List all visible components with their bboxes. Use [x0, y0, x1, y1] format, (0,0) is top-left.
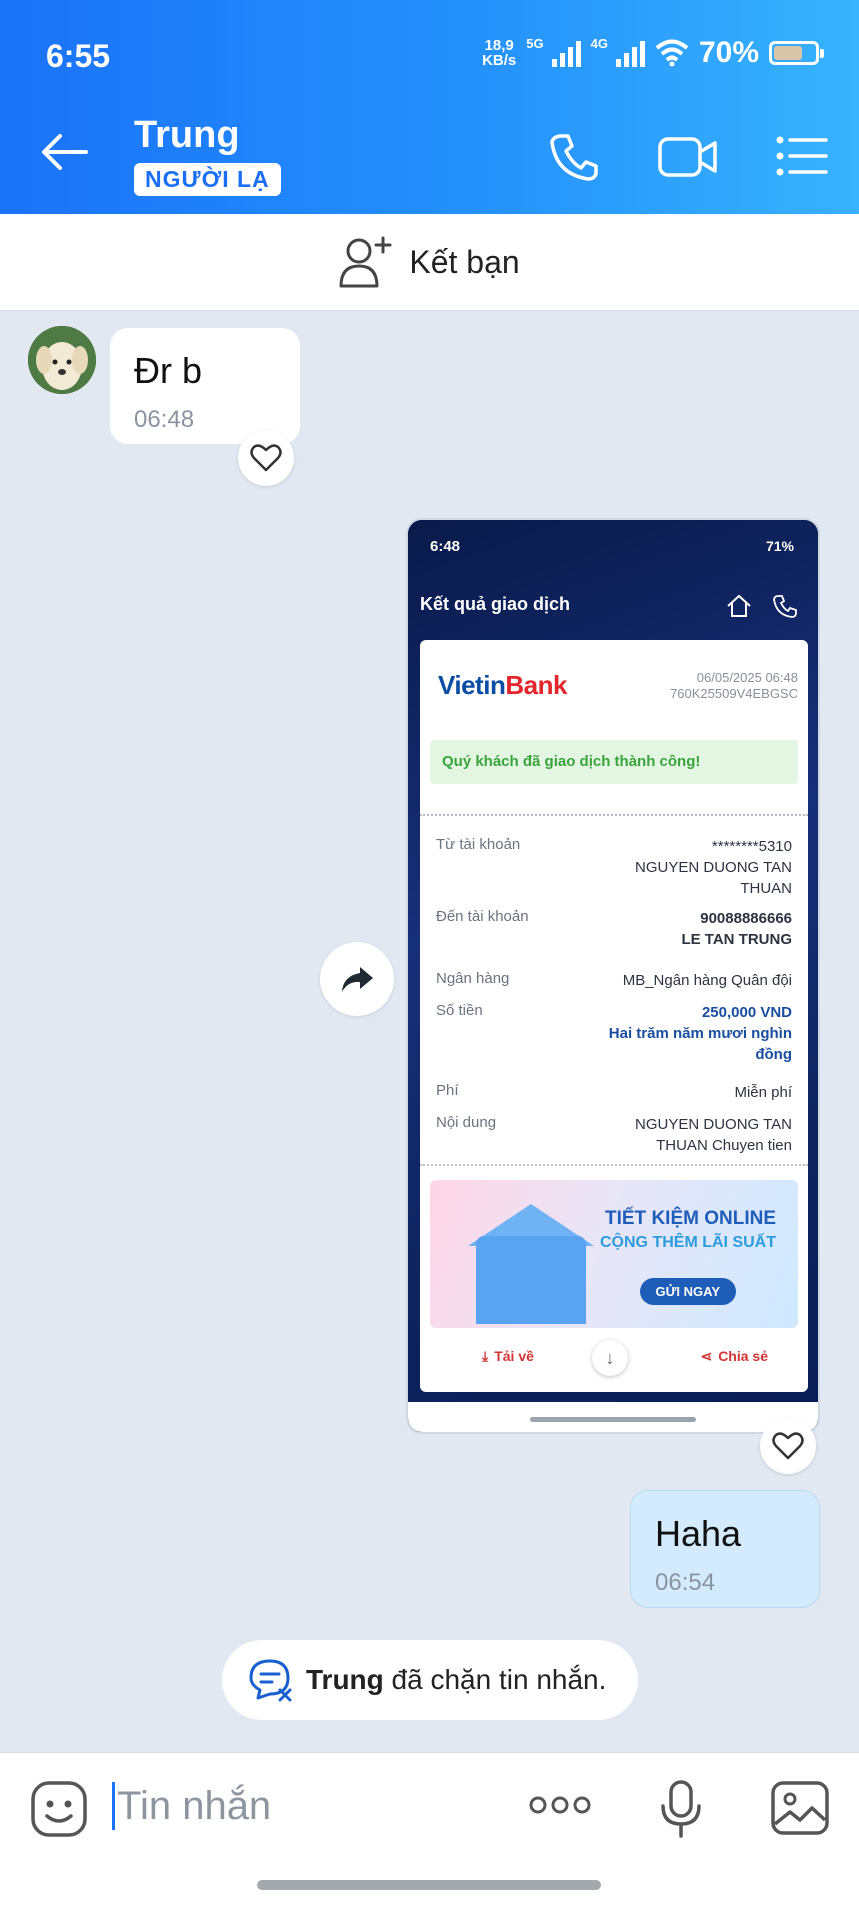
add-friend-bar[interactable]: Kết bạn	[0, 214, 859, 311]
incoming-message-bubble[interactable]: Đr b 06:48	[110, 328, 300, 444]
send-now-button: GỬI NGAY	[639, 1278, 736, 1305]
transaction-receipt: VietinBank 06/05/2025 06:48 760K25509V4EB…	[420, 640, 808, 1392]
receipt-title: Kết quả giao dịch	[420, 594, 571, 614]
phone-call-icon[interactable]	[548, 132, 600, 182]
signal-icon	[551, 39, 581, 67]
transaction-screenshot-image[interactable]: 6:48 71% Kết quả giao dịch VietinBank 06…	[406, 518, 820, 1434]
heart-icon	[250, 444, 282, 472]
message-time: 06:48	[134, 406, 195, 433]
amount-row: Số tiền 250,000 VND Hai trăm năm mươi ng…	[436, 1002, 792, 1063]
emoji-sticker-icon[interactable]	[30, 1780, 88, 1838]
share-label: ⋖ Chia sẻ	[700, 1348, 768, 1364]
sim2-label: 4G	[590, 36, 608, 51]
shot-battery: 71%	[765, 538, 794, 554]
content-row: Nội dung NGUYEN DUONG TAN THUAN Chuyen t…	[436, 1114, 792, 1154]
download-label: ⤓ Tải về	[482, 1348, 534, 1364]
microphone-icon[interactable]	[660, 1780, 702, 1838]
message-time: 06:54	[655, 1569, 716, 1596]
blocked-text: đã chặn tin nhắn.	[391, 1664, 607, 1695]
video-call-icon[interactable]	[658, 136, 718, 178]
image-gallery-icon[interactable]	[770, 1780, 830, 1836]
message-input[interactable]: Tin nhắn	[112, 1782, 271, 1830]
savings-banner: TIẾT KIỆM ONLINE CỘNG THÊM LÃI SUẤT GỬI …	[430, 1180, 798, 1328]
battery-icon	[769, 41, 824, 65]
sim1-label: 5G	[526, 36, 544, 51]
wifi-icon	[655, 39, 689, 67]
message-text: Đr b	[134, 350, 203, 391]
shot-status-time: 6:48	[430, 538, 461, 555]
heart-icon	[772, 1432, 804, 1460]
receipt-datetime: 06/05/2025 06:48 760K25509V4EBGSC	[670, 670, 798, 701]
message-text: Haha	[655, 1513, 742, 1554]
net-speed: 18,9 KB/s	[482, 37, 517, 69]
outgoing-message-bubble[interactable]: Haha 06:54	[630, 1490, 820, 1608]
react-heart-button[interactable]	[760, 1418, 816, 1474]
contact-avatar[interactable]	[28, 326, 96, 394]
back-arrow-icon[interactable]	[38, 132, 90, 172]
status-icons: 18,9 KB/s 5G 4G 70%	[482, 36, 824, 70]
success-message: Quý khách đã giao dịch thành công!	[430, 740, 798, 784]
add-friend-label: Kết bạn	[409, 243, 520, 280]
blocked-name: Trung	[306, 1664, 384, 1695]
from-account-row: Từ tài khoản ********5310 NGUYEN DUONG T…	[436, 836, 792, 897]
status-time: 6:55	[46, 38, 111, 74]
forward-button[interactable]	[320, 942, 394, 1016]
contact-name[interactable]: Trung	[134, 114, 240, 157]
battery-percent: 70%	[698, 36, 759, 69]
vietinbank-logo: VietinBank	[438, 670, 567, 700]
react-heart-button[interactable]	[238, 430, 294, 486]
menu-list-icon[interactable]	[776, 136, 828, 176]
home-indicator	[257, 1880, 601, 1890]
download-icon: ↓	[592, 1340, 628, 1376]
chat-header: 6:55 18,9 KB/s 5G 4G 70% Trung NGƯỜI LẠ	[0, 0, 859, 214]
signal-icon	[615, 39, 645, 67]
blocked-notice: Trung đã chặn tin nhắn.	[222, 1640, 638, 1720]
to-account-row: Đến tài khoản 90088886666 LE TAN TRUNG	[436, 908, 792, 948]
forward-arrow-icon	[342, 967, 373, 992]
home-icon	[727, 594, 751, 617]
blocked-chat-icon	[249, 1659, 292, 1702]
stranger-badge: NGƯỜI LẠ	[134, 163, 281, 196]
phone-icon	[773, 595, 797, 618]
add-friend-icon	[339, 236, 392, 288]
more-options-icon[interactable]	[528, 1794, 592, 1816]
